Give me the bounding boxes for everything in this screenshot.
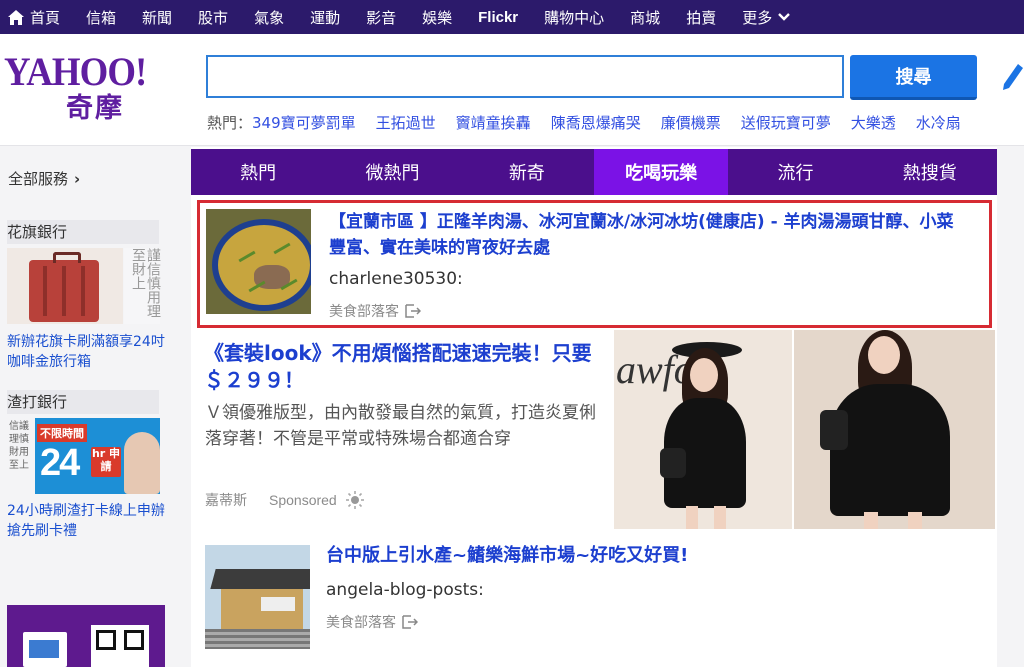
trending-link[interactable]: 水冷扇 xyxy=(916,112,961,133)
nav-stock[interactable]: 股市 xyxy=(185,0,241,34)
trending-link[interactable]: 廉價機票 xyxy=(661,112,721,133)
nav-weather[interactable]: 氣象 xyxy=(241,0,297,34)
trending-link[interactable]: 349寶可夢罰單 xyxy=(252,112,356,133)
fashion-photo-2[interactable] xyxy=(794,330,995,529)
newspaper-icon xyxy=(23,632,67,667)
trending-link[interactable]: 大樂透 xyxy=(851,112,896,133)
tab-hot[interactable]: 熱門 xyxy=(191,149,325,195)
tab-micro-hot[interactable]: 微熱門 xyxy=(325,149,459,195)
trending-link[interactable]: 陳喬恩爆痛哭 xyxy=(551,112,641,133)
ad2-person-photo xyxy=(124,432,160,494)
tab-novelty[interactable]: 新奇 xyxy=(460,149,594,195)
feed-card[interactable]: 台中版上引水產~鰭樂海鮮市場~好吃又好買! angela-blog-posts:… xyxy=(197,544,992,664)
nav-home-label: 首頁 xyxy=(30,8,61,27)
all-services-label: 全部服務 xyxy=(8,170,69,188)
trending-link[interactable]: 送假玩寶可夢 xyxy=(741,112,831,133)
card-title[interactable]: 【宜蘭市區 】正隆羊肉湯、冰河宜蘭冰/冰河冰坊(健康店) - 羊肉湯湯頭甘醇、小… xyxy=(329,209,969,261)
nav-mall[interactable]: 商城 xyxy=(617,0,673,34)
chevron-right-icon: › xyxy=(74,170,81,188)
nav-flickr[interactable]: Flickr xyxy=(465,0,531,34)
nav-video[interactable]: 影音 xyxy=(353,0,409,34)
ad2-badge: 不限時間 xyxy=(37,424,87,442)
ad-caption-standard-chartered[interactable]: 24小時刷渣打卡線上申辦搶先刷卡禮 xyxy=(7,501,167,541)
nav-shopping[interactable]: 購物中心 xyxy=(531,0,617,34)
card-source-label: 美食部落客 xyxy=(329,304,399,320)
ad2-big-number: 24 xyxy=(40,442,80,484)
trending-label: 熱門： xyxy=(207,114,253,132)
feed-card-highlighted[interactable]: 【宜蘭市區 】正隆羊肉湯、冰河宜蘭冰/冰河冰坊(健康店) - 羊肉湯湯頭甘醇、小… xyxy=(197,200,992,328)
card-author: angela-blog-posts: xyxy=(326,580,484,600)
fashion-photo-1[interactable]: awfo xyxy=(614,330,792,529)
tab-fashion[interactable]: 流行 xyxy=(728,149,862,195)
nav-news[interactable]: 新聞 xyxy=(129,0,185,34)
nav-home[interactable]: 首頁 xyxy=(8,0,73,34)
card-source: 美食部落客 xyxy=(326,612,418,632)
ad-title-citibank: 花旗銀行 xyxy=(7,220,159,244)
card-source-label: 美食部落客 xyxy=(326,615,396,631)
card-description: Ｖ領優雅版型，由內散發最自然的氣質，打造炎夏俐落穿著！不管是平常或特殊場合都適合… xyxy=(205,403,596,449)
trending-searches: 熱門： 349寶可夢罰單 王拓過世 竇靖童挨轟 陳喬恩爆痛哭 廉價機票 送假玩寶… xyxy=(207,112,981,133)
home-icon xyxy=(8,9,24,25)
left-sidebar: 全部服務 › 花旗銀行 謹信慎用理至財上 新辦花旗卡刷滿額享24吋咖啡金旅行箱 渣… xyxy=(0,147,175,667)
nav-sports[interactable]: 運動 xyxy=(297,0,353,34)
building-image xyxy=(210,569,310,589)
all-services-link[interactable]: 全部服務 › xyxy=(8,168,80,189)
card-thumbnail[interactable] xyxy=(206,209,311,314)
feed-card-sponsored[interactable]: 《套裝look》不用煩惱搭配速速完裝！只要＄２９９！ Ｖ領優雅版型，由內散發最自… xyxy=(197,330,995,530)
tab-food-fun[interactable]: 吃喝玩樂 xyxy=(593,149,729,195)
trending-link[interactable]: 竇靖童挨轟 xyxy=(456,112,531,133)
sponsored-label: Sponsored xyxy=(269,492,337,508)
nav-more[interactable]: 更多 xyxy=(729,0,803,34)
ad2-hr-label: hr 申請 xyxy=(91,447,121,477)
logo-text-zh: 奇摩 xyxy=(66,93,124,124)
search-button[interactable]: 搜尋 xyxy=(850,55,977,100)
trending-link[interactable]: 王拓過世 xyxy=(376,112,436,133)
card-title[interactable]: 《套裝look》不用煩惱搭配速速完裝！只要＄２９９！ xyxy=(204,340,604,394)
nav-auction[interactable]: 拍賣 xyxy=(673,0,729,34)
tab-hot-items[interactable]: 熱搜貨 xyxy=(863,149,997,195)
top-navigation: 首頁 信箱 新聞 股市 氣象 運動 影音 娛樂 Flickr 購物中心 商城 拍… xyxy=(0,0,1024,34)
soup-bowl-image xyxy=(212,219,311,311)
ad-caption-citibank[interactable]: 新辦花旗卡刷滿額享24吋咖啡金旅行箱 xyxy=(7,332,167,372)
chevron-down-icon xyxy=(778,13,791,21)
main-feed: 熱門 微熱門 新奇 吃喝玩樂 流行 熱搜貨 【宜蘭市區 】正隆羊肉湯、冰河宜蘭冰… xyxy=(191,147,997,667)
card-thumbnail[interactable] xyxy=(205,545,310,649)
card-author: charlene30530: xyxy=(329,269,463,289)
ad-image-suitcase[interactable] xyxy=(7,248,123,324)
category-tabs: 熱門 微熱門 新奇 吃喝玩樂 流行 熱搜貨 xyxy=(191,149,997,195)
card-source-label[interactable]: 嘉蒂斯 xyxy=(205,490,247,510)
ad-banner-purple[interactable] xyxy=(7,605,165,667)
card-source: 嘉蒂斯 Sponsored xyxy=(205,490,365,510)
share-icon[interactable] xyxy=(402,615,418,629)
card-title[interactable]: 台中版上引水產~鰭樂海鮮市場~好吃又好買! xyxy=(326,544,966,568)
sun-icon[interactable] xyxy=(345,490,365,510)
ad-image-standard-chartered[interactable]: 信議理慎財用至上 不限時間 24 hr 申請 xyxy=(7,418,160,494)
card-source: 美食部落客 xyxy=(329,301,421,321)
pencil-icon[interactable] xyxy=(1000,62,1024,92)
suitcase-illustration xyxy=(29,252,99,322)
nav-entertainment[interactable]: 娛樂 xyxy=(409,0,465,34)
header: YAHOO! 奇摩 搜尋 熱門： 349寶可夢罰單 王拓過世 竇靖童挨轟 陳喬恩… xyxy=(0,34,1024,146)
nav-mail[interactable]: 信箱 xyxy=(73,0,129,34)
ad-side-text: 謹信慎用理至財上 xyxy=(124,248,161,324)
share-icon[interactable] xyxy=(405,304,421,318)
ad-title-standard-chartered: 渣打銀行 xyxy=(7,390,159,414)
qr-code-icon xyxy=(91,625,149,667)
yahoo-logo[interactable]: YAHOO! 奇摩 xyxy=(4,52,154,132)
ad2-side-text: 信議理慎財用至上 xyxy=(7,418,35,494)
search-input[interactable] xyxy=(206,55,844,98)
nav-more-label: 更多 xyxy=(742,8,773,27)
